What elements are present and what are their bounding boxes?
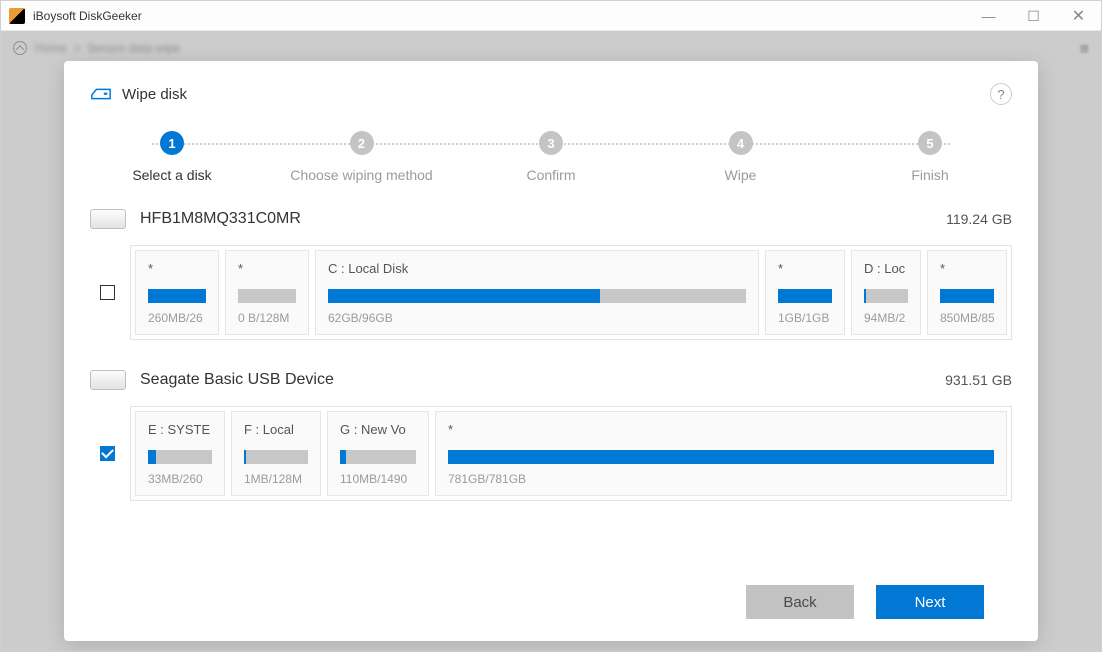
partition-bar bbox=[448, 450, 994, 464]
disk-row: E : SYSTE 33MB/260 F : Local 1MB/128M G : Ne… bbox=[90, 406, 1012, 501]
partition[interactable]: F : Local 1MB/128M bbox=[231, 411, 321, 496]
partition[interactable]: * 850MB/85 bbox=[927, 250, 1007, 335]
step-circle: 2 bbox=[350, 131, 374, 155]
disk-row: * 260MB/26 * 0 B/128M C : Local Disk 62GB/96G… bbox=[90, 245, 1012, 340]
disk-checkbox[interactable] bbox=[100, 446, 115, 461]
partition-caption: 62GB/96GB bbox=[328, 311, 746, 326]
disk-checkbox[interactable] bbox=[100, 285, 115, 300]
breadcrumb-text: Home > Secure data wipe bbox=[35, 41, 180, 55]
step-label: Choose wiping method bbox=[290, 167, 432, 183]
step-label: Select a disk bbox=[132, 167, 211, 183]
partition-strip: * 260MB/26 * 0 B/128M C : Local Disk 62GB/96G… bbox=[130, 245, 1012, 340]
disk-checkbox-cell bbox=[90, 406, 124, 501]
disk-name: HFB1M8MQ331C0MR bbox=[140, 210, 301, 228]
disk-header: Seagate Basic USB Device 931.51 GB bbox=[90, 370, 1012, 390]
partition-title: G : New Vo bbox=[340, 422, 416, 440]
partition[interactable]: * 0 B/128M bbox=[225, 250, 309, 335]
disk-name: Seagate Basic USB Device bbox=[140, 371, 334, 389]
partition-caption: 94MB/2 bbox=[864, 311, 908, 326]
partition-title: * bbox=[148, 261, 206, 279]
partition[interactable]: * 1GB/1GB bbox=[765, 250, 845, 335]
partition-bar bbox=[238, 289, 296, 303]
partition-bar bbox=[778, 289, 832, 303]
disk-block: Seagate Basic USB Device 931.51 GB E : SYS… bbox=[90, 370, 1012, 501]
dialog-footer: Back Next bbox=[90, 581, 1012, 625]
partition-bar bbox=[148, 450, 212, 464]
partition-bar bbox=[864, 289, 908, 303]
step-circle: 4 bbox=[729, 131, 753, 155]
step-2[interactable]: 2Choose wiping method bbox=[302, 131, 422, 183]
partition-caption: 1GB/1GB bbox=[778, 311, 832, 326]
back-button[interactable]: Back bbox=[746, 585, 854, 619]
partition[interactable]: * 781GB/781GB bbox=[435, 411, 1007, 496]
partition-caption: 0 B/128M bbox=[238, 311, 296, 326]
partition[interactable]: E : SYSTE 33MB/260 bbox=[135, 411, 225, 496]
partition-strip: E : SYSTE 33MB/260 F : Local 1MB/128M G : Ne… bbox=[130, 406, 1012, 501]
drive-icon bbox=[90, 370, 126, 390]
partition-title: F : Local bbox=[244, 422, 308, 440]
help-button[interactable]: ? bbox=[990, 83, 1012, 105]
step-label: Finish bbox=[911, 167, 948, 183]
partition-bar bbox=[328, 289, 746, 303]
next-button[interactable]: Next bbox=[876, 585, 984, 619]
step-1[interactable]: 1 Select a disk bbox=[112, 131, 232, 183]
step-label: Wipe bbox=[725, 167, 757, 183]
window-controls: — ☐ ✕ bbox=[966, 1, 1101, 31]
disk-header: HFB1M8MQ331C0MR 119.24 GB bbox=[90, 209, 1012, 229]
step-5[interactable]: 5 Finish bbox=[870, 131, 990, 183]
partition-caption: 1MB/128M bbox=[244, 472, 308, 487]
partition-caption: 781GB/781GB bbox=[448, 472, 994, 487]
dialog-header: Wipe disk ? bbox=[90, 83, 1012, 105]
partition-title: * bbox=[778, 261, 832, 279]
partition[interactable]: * 260MB/26 bbox=[135, 250, 219, 335]
step-circle: 1 bbox=[160, 131, 184, 155]
disk-list: HFB1M8MQ331C0MR 119.24 GB * 260MB/26 * 0 B/12… bbox=[90, 209, 1012, 581]
maximize-button[interactable]: ☐ bbox=[1011, 1, 1056, 31]
app-icon bbox=[9, 8, 25, 24]
partition-caption: 260MB/26 bbox=[148, 311, 206, 326]
partition-title: C : Local Disk bbox=[328, 261, 746, 279]
minimize-button[interactable]: — bbox=[966, 1, 1011, 31]
close-button[interactable]: ✕ bbox=[1056, 1, 1101, 31]
partition-caption: 850MB/85 bbox=[940, 311, 994, 326]
partition-caption: 110MB/1490 bbox=[340, 472, 416, 487]
disk-checkbox-cell bbox=[90, 245, 124, 340]
app-window[interactable]: iBoysoft DiskGeeker — ☐ ✕ Home > Secure … bbox=[0, 0, 1102, 652]
disk-block: HFB1M8MQ331C0MR 119.24 GB * 260MB/26 * 0 B/12… bbox=[90, 209, 1012, 340]
partition-bar bbox=[148, 289, 206, 303]
partition[interactable]: D : Loc 94MB/2 bbox=[851, 250, 921, 335]
backdrop-breadcrumb: Home > Secure data wipe ≡ bbox=[1, 31, 1101, 65]
partition[interactable]: G : New Vo 110MB/1490 bbox=[327, 411, 429, 496]
partition[interactable]: C : Local Disk 62GB/96GB bbox=[315, 250, 759, 335]
home-icon bbox=[13, 41, 27, 55]
wipe-disk-icon bbox=[90, 86, 112, 102]
dialog-title: Wipe disk bbox=[122, 86, 187, 103]
partition-title: D : Loc bbox=[864, 261, 908, 279]
partition-bar bbox=[340, 450, 416, 464]
menu-icon: ≡ bbox=[1080, 41, 1089, 59]
disk-size: 119.24 GB bbox=[946, 211, 1012, 227]
step-3[interactable]: 3 Confirm bbox=[491, 131, 611, 183]
partition-title: * bbox=[940, 261, 994, 279]
title-bar: iBoysoft DiskGeeker — ☐ ✕ bbox=[1, 1, 1101, 31]
step-circle: 5 bbox=[918, 131, 942, 155]
partition-bar bbox=[940, 289, 994, 303]
stepper: 1Select a disk2Choose wiping method3Conf… bbox=[112, 131, 990, 183]
partition-caption: 33MB/260 bbox=[148, 472, 212, 487]
partition-title: * bbox=[238, 261, 296, 279]
disk-size: 931.51 GB bbox=[945, 372, 1012, 388]
partition-bar bbox=[244, 450, 308, 464]
partition-title: * bbox=[448, 422, 994, 440]
partition-title: E : SYSTE bbox=[148, 422, 212, 440]
step-label: Confirm bbox=[526, 167, 575, 183]
wipe-disk-dialog: Wipe disk ? 1Select a disk2Choose wiping… bbox=[64, 61, 1038, 641]
app-title: iBoysoft DiskGeeker bbox=[33, 9, 142, 23]
step-4[interactable]: 4 Wipe bbox=[681, 131, 801, 183]
backdrop-area: Home > Secure data wipe ≡ Wipe disk ? 1 S… bbox=[1, 31, 1101, 651]
drive-icon bbox=[90, 209, 126, 229]
step-circle: 3 bbox=[539, 131, 563, 155]
